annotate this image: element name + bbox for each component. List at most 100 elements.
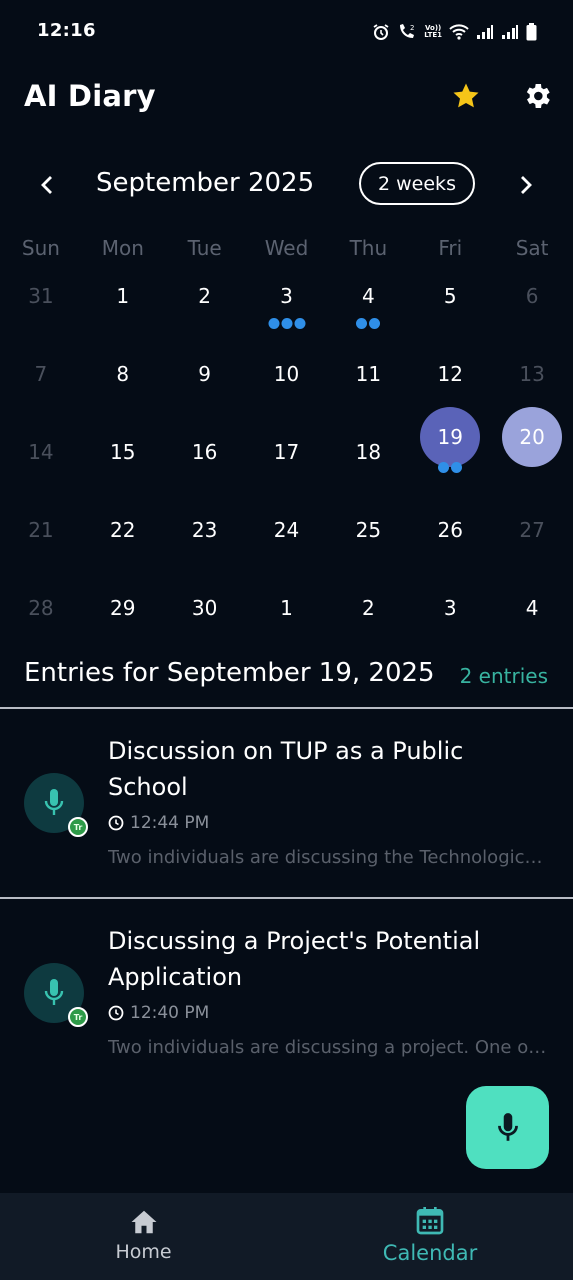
entry-title: Discussing a Project's Potential Applica…	[108, 927, 481, 991]
calendar-day-number: 23	[191, 518, 218, 542]
calendar-day[interactable]: 4	[327, 266, 409, 344]
calendar-day[interactable]: 9	[164, 344, 246, 422]
calendar-day-number: 3	[443, 596, 457, 620]
calendar-day[interactable]: 25	[327, 500, 409, 578]
calendar-day-number: 4	[361, 284, 375, 308]
calendar-day[interactable]: 2	[164, 266, 246, 344]
status-time: 12:16	[37, 20, 96, 41]
calendar-day[interactable]: 3	[409, 578, 491, 656]
calendar-day-number: 28	[28, 596, 54, 620]
entry-dot	[451, 462, 463, 473]
calendar-week-row: 21 22 23 24 25 26 27	[0, 500, 573, 578]
app-title: AI Diary	[24, 79, 156, 113]
view-toggle-button[interactable]: 2 weeks	[359, 162, 475, 205]
calendar-day[interactable]: 18	[327, 422, 409, 500]
calendar-day-number: 24	[273, 518, 300, 542]
calendar-day[interactable]: 10	[246, 344, 328, 422]
previous-month-button[interactable]	[32, 169, 64, 201]
calendar-day-number: 10	[273, 362, 300, 386]
calendar-day-number: 2	[198, 284, 211, 308]
nav-calendar[interactable]: Calendar	[360, 1193, 500, 1280]
gear-icon	[526, 84, 550, 108]
volte-bottom: LTE1	[424, 31, 442, 39]
entry-card[interactable]: Tr Discussion on TUP as a Public School …	[0, 709, 573, 897]
calendar-day[interactable]: 7	[0, 344, 82, 422]
calendar-icon	[416, 1207, 444, 1235]
calendar-day[interactable]: 16	[164, 422, 246, 500]
chevron-left-icon	[41, 176, 52, 194]
alarm-icon	[373, 24, 389, 40]
calendar-day-number: 1	[116, 284, 130, 308]
calendar-day-number: 15	[110, 440, 136, 464]
calendar-day-number: 21	[28, 518, 54, 542]
month-navigation: September 2025 2 weeks	[0, 160, 573, 210]
entry-dot	[369, 318, 381, 329]
calendar-day[interactable]: 31	[0, 266, 82, 344]
calendar-day[interactable]: 8	[82, 344, 164, 422]
nav-home[interactable]: Home	[86, 1193, 201, 1280]
battery-icon	[526, 23, 537, 41]
calendar-day[interactable]: 5	[409, 266, 491, 344]
calendar-day[interactable]: 4	[491, 578, 573, 656]
calendar-day-number: 22	[110, 518, 136, 542]
calendar-day[interactable]: 20	[491, 407, 573, 500]
entry-avatar: Tr	[24, 963, 88, 1027]
calendar-day-number: 4	[525, 596, 539, 620]
weekday-label: Sun	[21, 236, 60, 260]
weekday-header: Sun Mon Tue Wed Thu Fri Sat	[0, 230, 573, 266]
calendar-day[interactable]: 2	[327, 578, 409, 656]
nav-calendar-label: Calendar	[382, 1241, 478, 1265]
microphone-icon	[44, 789, 64, 815]
settings-button[interactable]	[519, 78, 555, 114]
calendar-day[interactable]: 29	[82, 578, 164, 656]
calendar-day[interactable]: 27	[491, 500, 573, 578]
calendar-day[interactable]: 28	[0, 578, 82, 656]
record-button[interactable]	[466, 1086, 549, 1169]
entry-dot	[356, 318, 368, 329]
calendar-day[interactable]: 30	[164, 578, 246, 656]
calendar-day[interactable]: 23	[164, 500, 246, 578]
calendar-day[interactable]: 14	[0, 422, 82, 500]
calendar-day-number: 7	[34, 362, 48, 386]
entry-indicator-dots	[438, 462, 463, 473]
calendar-day[interactable]: 11	[327, 344, 409, 422]
calendar-day[interactable]: 22	[82, 500, 164, 578]
calendar-day[interactable]: 21	[0, 500, 82, 578]
calendar-day-number: 30	[191, 596, 218, 620]
calendar-day[interactable]: 19	[409, 407, 491, 500]
calendar-day-number: 26	[437, 518, 463, 542]
entries-count: 2 entries	[459, 664, 548, 688]
calendar-week-row: 31 1 2 3 4 5 6	[0, 266, 573, 344]
calendar-day[interactable]: 6	[491, 266, 573, 344]
favorites-button[interactable]	[449, 79, 483, 113]
app-header: AI Diary	[0, 62, 573, 132]
calendar-day[interactable]: 3	[246, 266, 328, 344]
microphone-icon	[497, 1112, 518, 1141]
entry-title: Discussion on TUP as a Public School	[108, 737, 464, 801]
calendar-day[interactable]: 26	[409, 500, 491, 578]
weekday-label: Wed	[264, 236, 309, 260]
calendar-day-number: 5	[443, 284, 457, 308]
calendar-day[interactable]: 17	[246, 422, 328, 500]
calendar-day-number: 29	[110, 596, 136, 620]
calendar-day[interactable]: 1	[82, 266, 164, 344]
home-icon	[131, 1210, 156, 1234]
calendar-grid: 31 1 2 3 4 5 6 7 8 9 10 11 12 13 14 15 16 17 18 19 20 21 22 23 2…	[0, 266, 573, 656]
calendar-day-number: 8	[116, 362, 130, 386]
calendar-day[interactable]: 24	[246, 500, 328, 578]
call-icon: 2	[400, 24, 415, 38]
next-month-button[interactable]	[509, 169, 541, 201]
calendar-day-number: 16	[191, 440, 218, 464]
calendar-day[interactable]: 15	[82, 422, 164, 500]
entry-card[interactable]: Tr Discussing a Project's Potential Appl…	[0, 899, 573, 1087]
bottom-navigation: Home Calendar	[0, 1193, 573, 1280]
entry-indicator-dots	[268, 318, 305, 329]
entry-time: 12:44 PM	[130, 813, 210, 833]
volte-icon: Vo)) LTE1	[424, 25, 442, 39]
calendar-day-number: 11	[355, 362, 382, 386]
calendar-day-number: 14	[28, 440, 54, 464]
transcript-badge-icon: Tr	[68, 1007, 88, 1027]
calendar-day-number: 27	[519, 518, 545, 542]
entry-time: 12:40 PM	[130, 1003, 210, 1023]
calendar-day[interactable]: 1	[246, 578, 328, 656]
